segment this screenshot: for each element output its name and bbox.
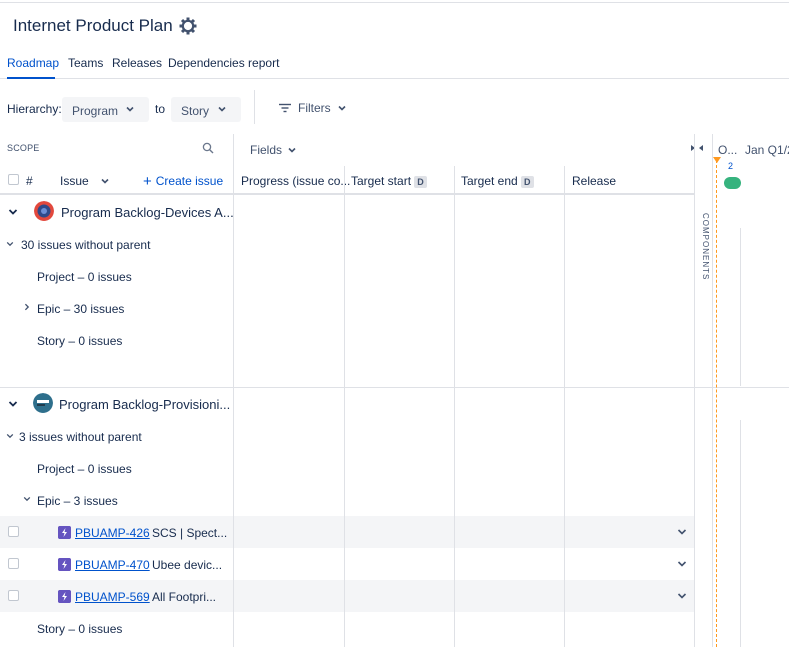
top-border <box>0 2 789 3</box>
column-divider <box>233 134 234 647</box>
timeline-month-label: O... <box>718 143 738 157</box>
gear-icon[interactable] <box>178 16 198 36</box>
issue-key-link[interactable]: PBUAMP-569 <box>75 590 150 604</box>
program-avatar <box>33 393 53 413</box>
list-item: Project – 0 issues <box>37 270 132 284</box>
chevron-down-icon <box>338 105 346 111</box>
hierarchy-label: Hierarchy: <box>7 102 62 116</box>
today-marker-icon <box>713 157 721 163</box>
chevron-down-icon[interactable] <box>6 432 14 440</box>
column-divider <box>712 134 713 647</box>
filters-button[interactable]: Filters <box>278 101 347 115</box>
group-divider <box>0 387 789 388</box>
issue-key-link[interactable]: PBUAMP-470 <box>75 558 150 572</box>
chevron-down-icon[interactable] <box>677 527 687 537</box>
list-item[interactable]: Epic – 30 issues <box>37 302 124 316</box>
story-icon <box>58 558 71 571</box>
issues-without-parent[interactable]: 3 issues without parent <box>19 430 142 444</box>
column-divider <box>564 166 565 647</box>
tab-bar: Roadmap Teams Releases Dependencies repo… <box>0 55 789 79</box>
column-divider <box>344 166 345 647</box>
row-checkbox[interactable] <box>8 526 19 537</box>
chevron-down-icon[interactable] <box>6 240 14 248</box>
hierarchy-to-label: to <box>155 102 166 116</box>
hierarchy-to-select[interactable]: Story <box>171 97 241 122</box>
column-header-row: # Issue Progress (issue co... Target sta… <box>0 166 695 195</box>
collapse-group-icon[interactable] <box>8 207 18 217</box>
timeline-issue-pill[interactable] <box>724 177 741 189</box>
progress-column-header[interactable]: Progress (issue co... <box>241 174 350 188</box>
chevron-down-icon <box>101 178 109 184</box>
list-item[interactable]: Epic – 3 issues <box>37 494 118 508</box>
timeline-gridline <box>740 228 741 386</box>
today-line <box>716 160 717 647</box>
column-divider <box>454 166 455 647</box>
target-end-column-header[interactable]: Target end D <box>461 174 534 188</box>
plus-icon: + <box>143 173 152 190</box>
hierarchy-from-select[interactable]: Program <box>62 97 149 122</box>
column-divider <box>694 134 695 647</box>
program-title[interactable]: Program Backlog-Devices A... <box>61 205 233 220</box>
page-title: Internet Product Plan <box>13 16 173 35</box>
timeline-gridline <box>740 420 741 647</box>
rank-column-header: # <box>26 174 33 188</box>
select-all-checkbox[interactable] <box>8 174 19 185</box>
chevron-down-icon[interactable] <box>677 559 687 569</box>
date-type-badge: D <box>414 176 428 188</box>
story-icon <box>58 526 71 539</box>
components-label[interactable]: COMPONENTS <box>701 213 710 280</box>
issues-without-parent[interactable]: 30 issues without parent <box>21 238 150 252</box>
collapse-fields-icon[interactable] <box>690 143 704 153</box>
story-icon <box>58 590 71 603</box>
chevron-down-icon <box>126 106 134 112</box>
row-checkbox[interactable] <box>8 558 19 569</box>
program-title[interactable]: Program Backlog-Provisioni... <box>59 397 233 412</box>
list-item: Story – 0 issues <box>37 622 123 636</box>
tab-teams[interactable]: Teams <box>68 56 103 79</box>
fields-button[interactable]: Fields <box>250 143 297 157</box>
list-item: Story – 0 issues <box>37 334 123 348</box>
issue-summary[interactable]: SCS | Spect... <box>152 526 227 540</box>
program-avatar <box>34 201 54 221</box>
issue-summary[interactable]: Ubee devic... <box>152 558 222 572</box>
issue-summary[interactable]: All Footpri... <box>152 590 216 604</box>
create-issue-button[interactable]: + Create issue <box>143 173 223 190</box>
filter-icon <box>279 103 291 113</box>
toolbar-divider <box>254 90 255 124</box>
tab-dependencies-report[interactable]: Dependencies report <box>168 56 279 79</box>
chevron-down-icon <box>218 106 226 112</box>
list-item: Project – 0 issues <box>37 462 132 476</box>
search-icon[interactable] <box>202 142 214 154</box>
issue-key-link[interactable]: PBUAMP-426 <box>75 526 150 540</box>
issue-column-header[interactable]: Issue <box>60 174 110 188</box>
chevron-down-icon <box>288 147 296 153</box>
tab-roadmap[interactable]: Roadmap <box>7 56 59 79</box>
row-checkbox[interactable] <box>8 590 19 601</box>
tab-releases[interactable]: Releases <box>112 56 162 79</box>
chevron-down-icon[interactable] <box>23 495 31 503</box>
issue-count-badge: 2 <box>728 161 734 171</box>
release-column-header[interactable]: Release <box>572 174 616 188</box>
chevron-down-icon[interactable] <box>677 591 687 601</box>
timeline-quarter-label: Jan Q1/2 <box>745 143 789 157</box>
date-type-badge: D <box>520 176 534 188</box>
chevron-right-icon[interactable] <box>23 303 31 311</box>
target-start-column-header[interactable]: Target start D <box>351 174 428 188</box>
scope-label: SCOPE <box>7 143 40 153</box>
collapse-group-icon[interactable] <box>8 399 18 409</box>
